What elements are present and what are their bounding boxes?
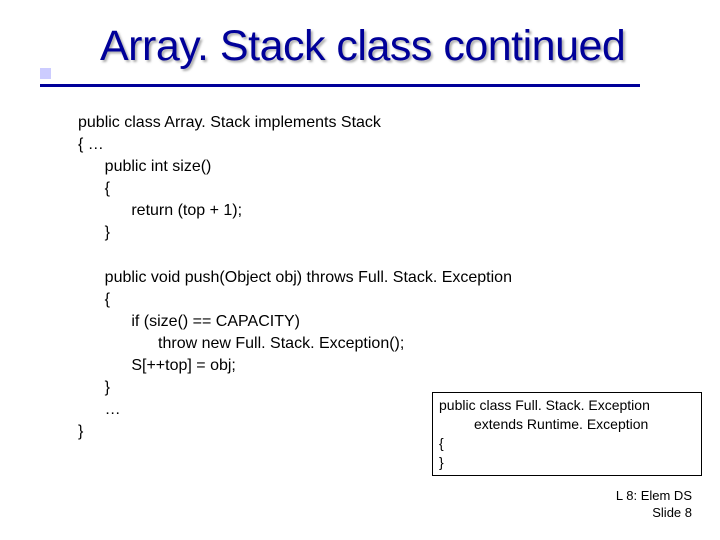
footer-course: L 8: Elem DS — [616, 488, 692, 505]
title-area: Array. Stack class continued — [0, 22, 720, 71]
exception-class-box: public class Full. Stack. Exception exte… — [432, 392, 702, 476]
title-underline — [40, 84, 640, 87]
slide-footer: L 8: Elem DS Slide 8 — [616, 488, 692, 522]
slide-title: Array. Stack class continued — [100, 22, 720, 71]
slide: Array. Stack class continued public clas… — [0, 0, 720, 540]
title-accent-square — [40, 68, 51, 79]
footer-slide-number: Slide 8 — [616, 505, 692, 522]
